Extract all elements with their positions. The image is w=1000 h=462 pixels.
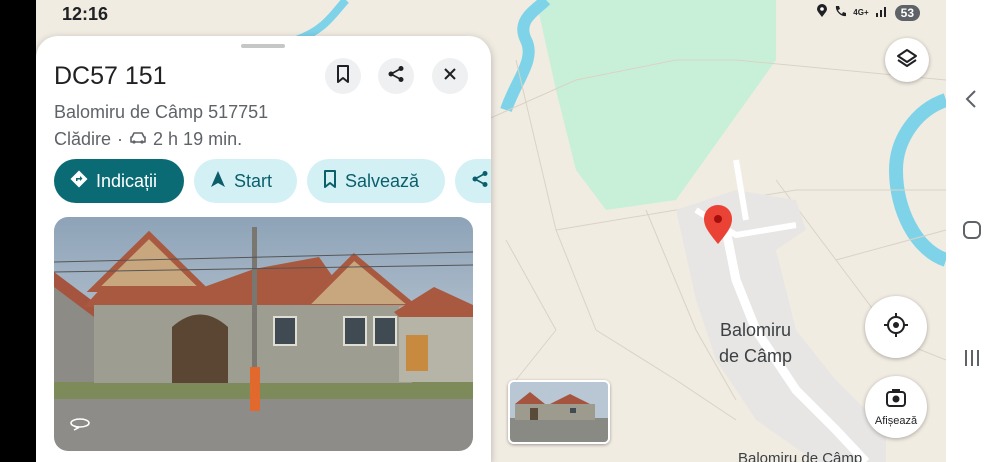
home-nav-icon[interactable] xyxy=(962,220,982,245)
screen: Balomiru de Câmp Balomiru de Câmp 12:16 … xyxy=(36,0,946,462)
save-button[interactable]: Salvează xyxy=(307,159,445,203)
directions-icon xyxy=(70,170,88,193)
system-nav-bar xyxy=(946,0,1000,462)
street-view-image xyxy=(54,217,473,451)
place-sheet: DC57 151 Balomiru de Câmp 517751 Clădire… xyxy=(36,36,491,462)
place-category: Clădire xyxy=(54,129,112,149)
drive-time: 2 h 19 min. xyxy=(153,129,243,149)
street-view-photo[interactable] xyxy=(54,217,473,451)
layers-icon xyxy=(896,47,918,74)
camera-lens-icon xyxy=(885,388,907,413)
directions-label: Indicații xyxy=(96,170,158,191)
start-button[interactable]: Start xyxy=(194,159,297,203)
recents-nav-icon[interactable] xyxy=(962,348,982,373)
signal-icon xyxy=(875,5,889,20)
navigation-arrow-icon xyxy=(210,170,226,193)
my-location-button[interactable] xyxy=(865,296,927,358)
place-title: DC57 151 xyxy=(54,62,167,90)
save-place-button[interactable] xyxy=(325,58,361,94)
battery-level: 53 xyxy=(894,4,920,21)
show-lens-button[interactable]: Afișează xyxy=(865,376,927,438)
start-label: Start xyxy=(234,170,273,191)
save-label: Salvează xyxy=(345,170,420,191)
status-icons: 4G+ 53 xyxy=(816,4,920,21)
drag-handle[interactable] xyxy=(241,44,285,48)
share-icon xyxy=(387,65,405,88)
place-meta: Clădire · 2 h 19 min. xyxy=(54,129,242,150)
street-view-thumbnail[interactable] xyxy=(508,380,610,444)
network-type: 4G+ xyxy=(853,8,869,17)
street-view-thumbnail-image xyxy=(510,382,608,442)
share-place-button[interactable] xyxy=(378,58,414,94)
directions-button[interactable]: Indicații xyxy=(54,159,184,203)
meta-separator: · xyxy=(117,129,124,149)
status-time: 12:16 xyxy=(62,4,109,24)
share-chip-button[interactable] xyxy=(455,159,491,203)
bookmark-icon xyxy=(336,64,350,88)
place-address: Balomiru de Câmp 517751 xyxy=(54,102,269,122)
call-status-icon xyxy=(834,5,847,21)
location-status-icon xyxy=(816,4,828,21)
close-icon xyxy=(443,67,457,86)
crosshair-icon xyxy=(883,312,909,343)
bookmark-icon xyxy=(323,169,337,193)
show-lens-label: Afișează xyxy=(874,414,918,427)
map-bottom-label: Balomiru de Câmp xyxy=(738,450,863,462)
back-nav-icon[interactable] xyxy=(964,89,978,114)
map-place-label: Balomiru de Câmp xyxy=(719,320,793,366)
layers-button[interactable] xyxy=(885,38,929,82)
share-icon xyxy=(471,170,489,193)
car-icon xyxy=(129,129,147,150)
close-button[interactable] xyxy=(432,58,468,94)
action-chips: Indicații Start Salvează xyxy=(54,159,491,203)
